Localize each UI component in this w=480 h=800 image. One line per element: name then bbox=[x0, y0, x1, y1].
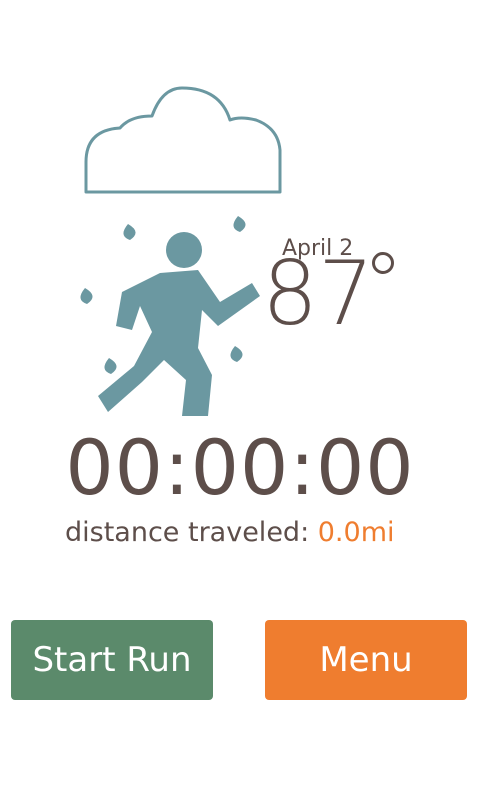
cloud-icon bbox=[84, 86, 282, 194]
temperature-value: 87 bbox=[262, 242, 374, 345]
distance-value: 0.0mi bbox=[317, 517, 395, 548]
start-run-button[interactable]: Start Run bbox=[11, 620, 213, 700]
distance-label: distance traveled: bbox=[65, 517, 318, 548]
weather-hero-icon bbox=[80, 86, 282, 416]
degree-icon bbox=[372, 252, 394, 274]
runner-icon bbox=[98, 232, 260, 416]
distance-readout: distance traveled: 0.0mi bbox=[65, 517, 395, 548]
menu-button[interactable]: Menu bbox=[265, 620, 467, 700]
run-timer: 00:00:00 bbox=[65, 423, 415, 512]
